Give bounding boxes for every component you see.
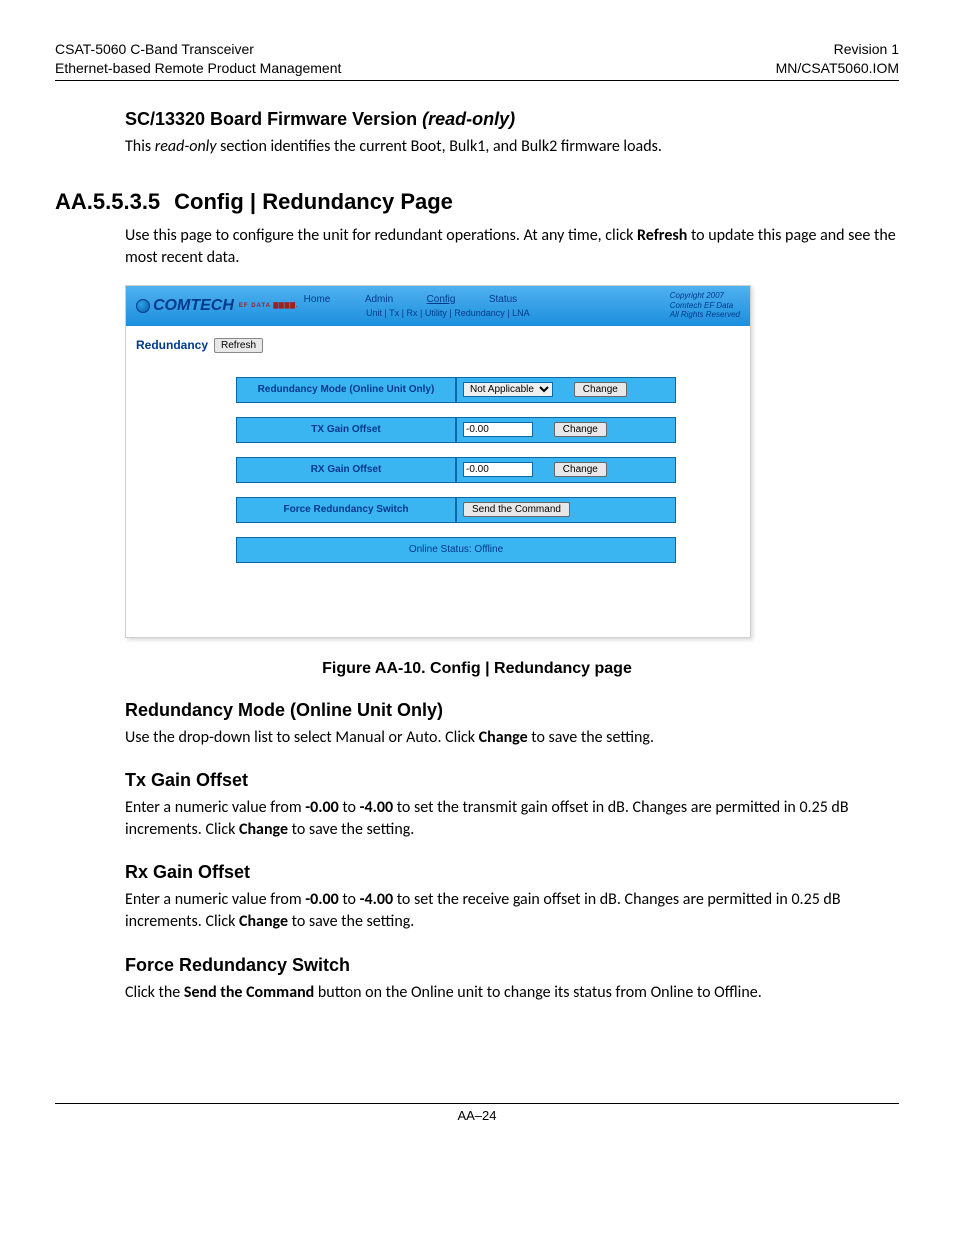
text-bold: -0.00 xyxy=(305,890,339,909)
heading-readonly: (read-only) xyxy=(422,109,515,129)
text: Enter a numeric value from xyxy=(125,798,305,817)
change-button[interactable]: Change xyxy=(554,462,607,477)
section-title: Config | Redundancy Page xyxy=(174,189,453,214)
text: section identifies the current Boot, Bul… xyxy=(217,137,662,156)
row-online-status: Online Status: Offline xyxy=(236,537,676,563)
figure-caption: Figure AA-10. Config | Redundancy page xyxy=(55,660,899,678)
change-button[interactable]: Change xyxy=(574,382,627,397)
row-rx-gain: RX Gain Offset Change xyxy=(236,457,676,483)
text: to xyxy=(339,890,360,909)
text: Use this page to configure the unit for … xyxy=(125,226,637,245)
globe-icon xyxy=(136,299,150,313)
label-rx-gain: RX Gain Offset xyxy=(236,457,456,483)
text-bold: Send the Command xyxy=(184,983,314,1002)
page-footer: AA–24 xyxy=(55,1103,899,1123)
text: button on the Online unit to change its … xyxy=(314,983,761,1002)
text-bold: -0.00 xyxy=(305,798,339,817)
firmware-version-body: This read-only section identifies the cu… xyxy=(125,136,899,158)
app-topbar: COMTECH EF DATA ▇▇▇▇. Home Admin Config … xyxy=(126,286,750,326)
text: Enter a numeric value from xyxy=(125,890,305,909)
redundancy-mode-select[interactable]: Not Applicable xyxy=(463,382,553,397)
row-force-switch: Force Redundancy Switch Send the Command xyxy=(236,497,676,523)
refresh-button[interactable]: Refresh xyxy=(214,338,263,353)
header-right: Revision 1 MN/CSAT5060.IOM xyxy=(776,40,899,78)
section-intro: Use this page to configure the unit for … xyxy=(125,225,899,268)
p-tx-gain: Enter a numeric value from -0.00 to -4.0… xyxy=(125,797,899,840)
h-rx-gain: Rx Gain Offset xyxy=(125,862,899,883)
nav-config[interactable]: Config xyxy=(410,292,472,307)
text: This xyxy=(125,137,155,156)
text: to save the setting. xyxy=(288,820,414,839)
nav-admin[interactable]: Admin xyxy=(348,292,410,307)
h-redundancy-mode: Redundancy Mode (Online Unit Only) xyxy=(125,700,899,721)
send-command-button[interactable]: Send the Command xyxy=(463,502,570,517)
h-tx-gain: Tx Gain Offset xyxy=(125,770,899,791)
text-bold: Change xyxy=(239,912,288,931)
logo-text: COMTECH xyxy=(153,297,234,315)
text: Use the drop-down list to select Manual … xyxy=(125,728,479,747)
text-bold: -4.00 xyxy=(360,890,394,909)
page-header: CSAT-5060 C-Band Transceiver Ethernet-ba… xyxy=(55,40,899,81)
figure-redundancy-page: COMTECH EF DATA ▇▇▇▇. Home Admin Config … xyxy=(125,285,751,638)
label-force-switch: Force Redundancy Switch xyxy=(236,497,456,523)
config-table: Redundancy Mode (Online Unit Only) Not A… xyxy=(236,363,676,577)
text-bold: -4.00 xyxy=(360,798,394,817)
text-bold: Change xyxy=(479,728,528,747)
nav-status[interactable]: Status xyxy=(472,292,534,307)
p-rx-gain: Enter a numeric value from -0.00 to -4.0… xyxy=(125,889,899,932)
text-bold: Change xyxy=(239,820,288,839)
sub-nav[interactable]: Unit | Tx | Rx | Utility | Redundancy | … xyxy=(366,308,530,318)
section-number: AA.5.5.3.5 xyxy=(55,189,160,215)
text: to save the setting. xyxy=(528,728,654,747)
change-button[interactable]: Change xyxy=(554,422,607,437)
p-force-switch: Click the Send the Command button on the… xyxy=(125,982,899,1004)
row-tx-gain: TX Gain Offset Change xyxy=(236,417,676,443)
top-nav: Home Admin Config Status xyxy=(286,292,534,307)
header-left: CSAT-5060 C-Band Transceiver Ethernet-ba… xyxy=(55,40,341,78)
rx-gain-input[interactable] xyxy=(463,462,533,477)
h-force-switch: Force Redundancy Switch xyxy=(125,955,899,976)
text: Click the xyxy=(125,983,184,1002)
tx-gain-input[interactable] xyxy=(463,422,533,437)
heading-text: SC/13320 Board Firmware Version xyxy=(125,109,422,129)
row-redundancy-mode: Redundancy Mode (Online Unit Only) Not A… xyxy=(236,377,676,403)
text: to save the setting. xyxy=(288,912,414,931)
text-bold: Refresh xyxy=(637,226,687,245)
nav-home[interactable]: Home xyxy=(286,292,348,307)
label-redundancy-mode: Redundancy Mode (Online Unit Only) xyxy=(236,377,456,403)
brand-logo: COMTECH EF DATA ▇▇▇▇. xyxy=(136,297,299,315)
label-tx-gain: TX Gain Offset xyxy=(236,417,456,443)
section-heading: AA.5.5.3.5 Config | Redundancy Page xyxy=(55,189,899,215)
text: to xyxy=(339,798,360,817)
online-status-text: Online Status: Offline xyxy=(236,537,676,563)
text-em: read-only xyxy=(155,137,217,156)
p-redundancy-mode: Use the drop-down list to select Manual … xyxy=(125,727,899,749)
firmware-version-heading: SC/13320 Board Firmware Version (read-on… xyxy=(125,109,899,130)
copyright-text: Copyright 2007 Comtech EF Data All Right… xyxy=(670,291,740,320)
panel-title: Redundancy xyxy=(136,338,208,352)
